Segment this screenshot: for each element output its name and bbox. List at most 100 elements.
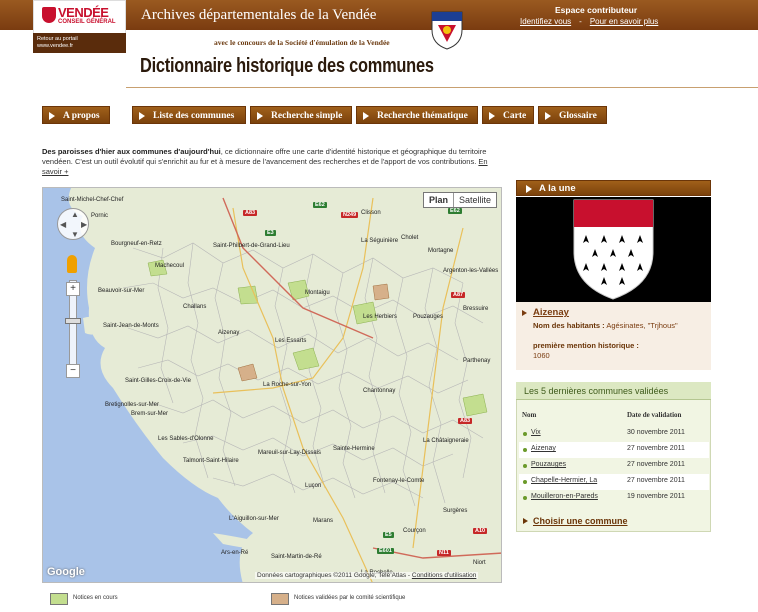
map-attribution: Données cartographiques ©2011 Google, Te… (255, 572, 479, 579)
place-label: Niort (473, 560, 486, 566)
vendee-heart-icon (42, 7, 56, 23)
arrow-right-icon (526, 185, 532, 193)
legend-validated-label: Notices validées par le comité scientifi… (294, 595, 406, 601)
legend-validated-swatch (271, 593, 289, 605)
place-label: Saint-Gilles-Croix-de-Vie (125, 378, 191, 384)
place-label: Bourgneuf-en-Retz (111, 241, 162, 247)
arrow-right-icon (489, 112, 495, 120)
nav-recherche-thematique[interactable]: Recherche thématique (356, 106, 478, 124)
a-la-une-title: A la une (539, 183, 576, 194)
place-label: Luçon (305, 483, 322, 489)
table-row[interactable]: Mouilleron-en-Pareds 19 novembre 2011 (519, 490, 709, 506)
a-la-une-header: A la une (516, 180, 711, 196)
portal-line2: www.vendee.fr (37, 43, 74, 49)
intro-text: Des paroisses d'hier aux communes d'aujo… (42, 147, 502, 177)
commune-name-link[interactable]: Mouilleron-en-Pareds (531, 493, 598, 500)
place-label: Pouzauges (413, 314, 444, 320)
table-row[interactable]: Vix 30 novembre 2011 (519, 426, 709, 442)
nav-carte[interactable]: Carte (482, 106, 534, 124)
nav-a-propos[interactable]: A propos (42, 106, 110, 124)
commune-name-link[interactable]: Chapelle-Hermier, La (531, 477, 597, 484)
map-plan-button[interactable]: Plan (424, 193, 454, 207)
pan-down-icon: ▼ (71, 230, 79, 239)
place-label: Aizenay (218, 330, 240, 336)
zoom-knob[interactable] (65, 318, 81, 324)
pan-left-icon: ◀ (60, 220, 67, 229)
google-logo: Google (47, 566, 85, 578)
title-divider (126, 87, 758, 88)
place-label: Pornic (91, 213, 109, 219)
habitants-label: Nom des habitants : (533, 321, 605, 330)
contributor-title: Espace contributeur (555, 5, 638, 15)
highway-shield: A83 (458, 418, 473, 424)
place-label: Ars-en-Ré (221, 550, 249, 556)
terms-link[interactable]: Conditions d'utilisation (412, 572, 476, 579)
pan-control[interactable]: ▲ ◀ ▶ ▼ (57, 208, 89, 240)
arrow-right-icon (545, 112, 551, 120)
validation-date: 19 novembre 2011 (627, 493, 685, 500)
table-row[interactable]: Chapelle-Hermier, La 27 novembre 2011 (519, 474, 709, 490)
bullet-icon (523, 480, 527, 484)
nav-liste-communes[interactable]: Liste des communes (132, 106, 246, 124)
concours-subtitle: avec le concours de la Société d'émulati… (214, 38, 390, 47)
page-title: Dictionnaire historique des communes (140, 55, 434, 77)
arrow-right-icon (363, 112, 369, 120)
highway-shield: E62 (313, 202, 327, 208)
commune-coat-of-arms[interactable] (516, 197, 711, 302)
place-label: Marans (313, 518, 334, 524)
bullet-icon (523, 496, 527, 500)
place-label: Les Sables-d'Olonne (158, 436, 214, 442)
coat-of-arms-icon (431, 11, 463, 50)
nav-label: Glossaire (559, 111, 597, 121)
communes-map[interactable]: Plan Satellite ▲ ◀ ▶ ▼ + − Saint-Michel-… (42, 187, 502, 583)
highway-shield: N249 (341, 212, 359, 218)
place-label: Saint-Jean-de-Monts (103, 323, 159, 329)
place-label: Parthenay (463, 358, 491, 364)
map-type-toggle: Plan Satellite (422, 192, 497, 208)
contributor-links: Identifiez vous - Pour en savoir plus (520, 17, 658, 26)
featured-commune-link[interactable]: Aizenay (533, 307, 569, 318)
bullet-icon (523, 464, 527, 468)
place-label: Challans (183, 304, 207, 310)
login-link[interactable]: Identifiez vous (520, 17, 571, 26)
place-label: Courçon (403, 528, 426, 534)
commune-name-link[interactable]: Pouzauges (531, 461, 566, 468)
commune-name-link[interactable]: Vix (531, 429, 541, 436)
nav-recherche-simple[interactable]: Recherche simple (250, 106, 352, 124)
portal-line1: Retour au portail (37, 36, 78, 42)
place-label: L'Aiguillon-sur-Mer (229, 516, 279, 522)
place-label: Clisson (361, 210, 381, 216)
highway-shield: E5 (383, 532, 394, 538)
highway-shield: N11 (437, 550, 451, 556)
commune-name-link[interactable]: Aizenay (531, 445, 556, 452)
place-label: Surgères (443, 508, 468, 514)
nav-label: Carte (503, 111, 527, 121)
zoom-out-button[interactable]: − (66, 364, 80, 378)
col-date-header: Date de validation (627, 411, 682, 419)
col-name-header: Nom (522, 411, 537, 419)
nav-glossaire[interactable]: Glossaire (538, 106, 607, 124)
map-satellite-button[interactable]: Satellite (454, 193, 496, 207)
place-label: La Châtaigneraie (423, 438, 469, 444)
place-label: Sainte-Hermine (333, 446, 375, 452)
habitants-line: Nom des habitants : Agésinates, "Trjhous… (533, 321, 678, 331)
place-label: Fontenay-le-Comte (373, 478, 425, 484)
table-row[interactable]: Pouzauges 27 novembre 2011 (519, 458, 709, 474)
place-label: Argenton-les-Vallées (443, 268, 499, 274)
choose-commune-link[interactable]: Choisir une commune (533, 516, 628, 526)
site-title: Archives départementales de la Vendée (141, 7, 377, 23)
place-label: La Roche-sur-Yon (263, 382, 312, 388)
validated-header: Les 5 dernières communes validées (516, 382, 711, 400)
highway-shield: A10 (473, 528, 488, 534)
table-row[interactable]: Aizenay 27 novembre 2011 (519, 442, 709, 458)
validation-date: 27 novembre 2011 (627, 461, 685, 468)
portal-link[interactable]: Retour au portail www.vendee.fr (33, 33, 126, 53)
place-label: Machecoul (155, 263, 185, 269)
highway-shield: E62 (448, 208, 462, 214)
logo-sub: CONSEIL GÉNÉRAL (58, 19, 116, 25)
street-view-pegman-icon[interactable] (67, 255, 77, 273)
arrow-right-icon (522, 310, 527, 316)
zoom-in-button[interactable]: + (66, 282, 80, 296)
learn-more-link[interactable]: Pour en savoir plus (590, 17, 658, 26)
validation-date: 30 novembre 2011 (627, 429, 685, 436)
